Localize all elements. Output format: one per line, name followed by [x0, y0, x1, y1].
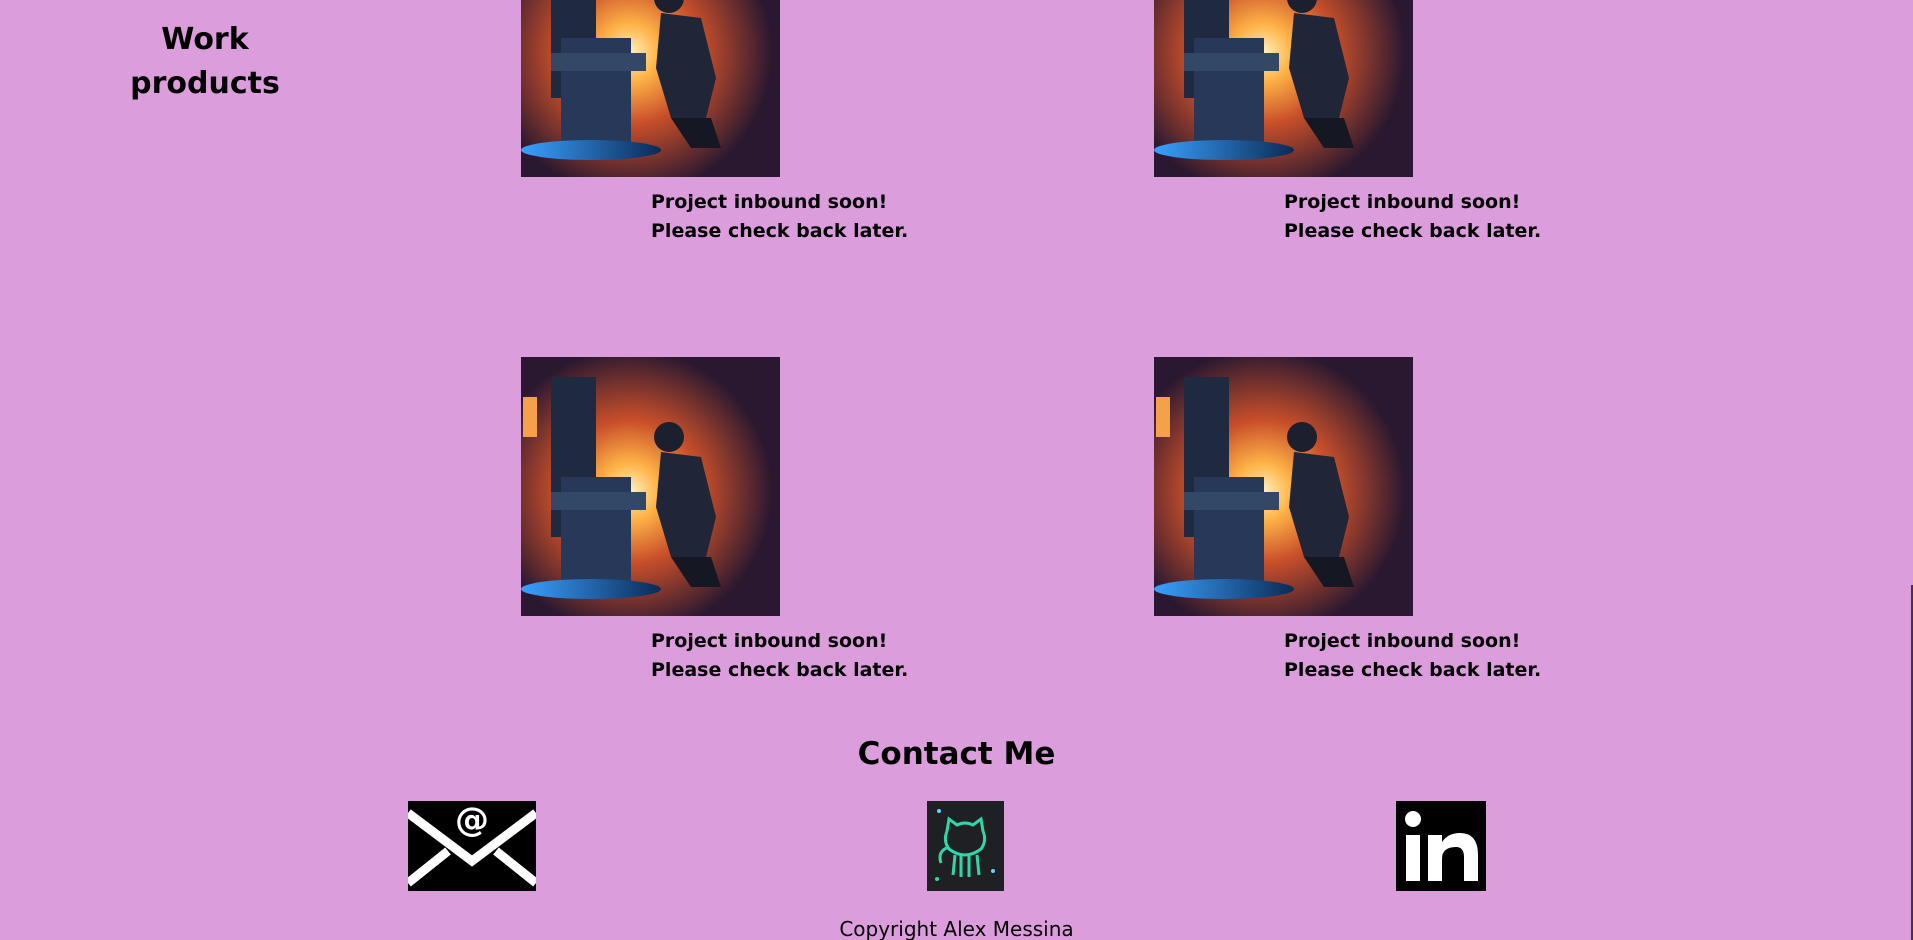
email-link[interactable]: @ — [408, 801, 536, 891]
contact-heading: Contact Me — [857, 736, 1056, 772]
project-image[interactable] — [521, 357, 780, 616]
project-caption: Project inbound soon! Please check back … — [1284, 188, 1541, 246]
caption-line: Please check back later. — [651, 659, 909, 681]
project-image[interactable] — [1154, 0, 1413, 177]
github-icon — [927, 801, 1004, 891]
caption-line: Please check back later. — [1284, 220, 1542, 242]
copyright-text: Copyright Alex Messina — [839, 917, 1074, 940]
github-link[interactable] — [927, 801, 1004, 891]
email-icon: @ — [408, 801, 536, 891]
caption-line: Project inbound soon! — [1284, 191, 1521, 213]
project-image[interactable] — [1154, 357, 1413, 616]
project-caption: Project inbound soon! Please check back … — [1284, 627, 1541, 685]
portfolio-page: Work products Project inbound soon! Plea… — [0, 0, 1913, 940]
caption-line: Project inbound soon! — [1284, 630, 1521, 652]
work-products-heading: Work products — [130, 22, 280, 101]
svg-text:@: @ — [455, 801, 489, 840]
caption-line: Please check back later. — [651, 220, 909, 242]
project-image[interactable] — [521, 0, 780, 177]
linkedin-icon — [1396, 801, 1486, 891]
caption-line: Project inbound soon! — [651, 191, 888, 213]
linkedin-link[interactable] — [1396, 801, 1486, 891]
caption-line: Project inbound soon! — [651, 630, 888, 652]
project-caption: Project inbound soon! Please check back … — [651, 627, 908, 685]
caption-line: Please check back later. — [1284, 659, 1542, 681]
project-caption: Project inbound soon! Please check back … — [651, 188, 908, 246]
